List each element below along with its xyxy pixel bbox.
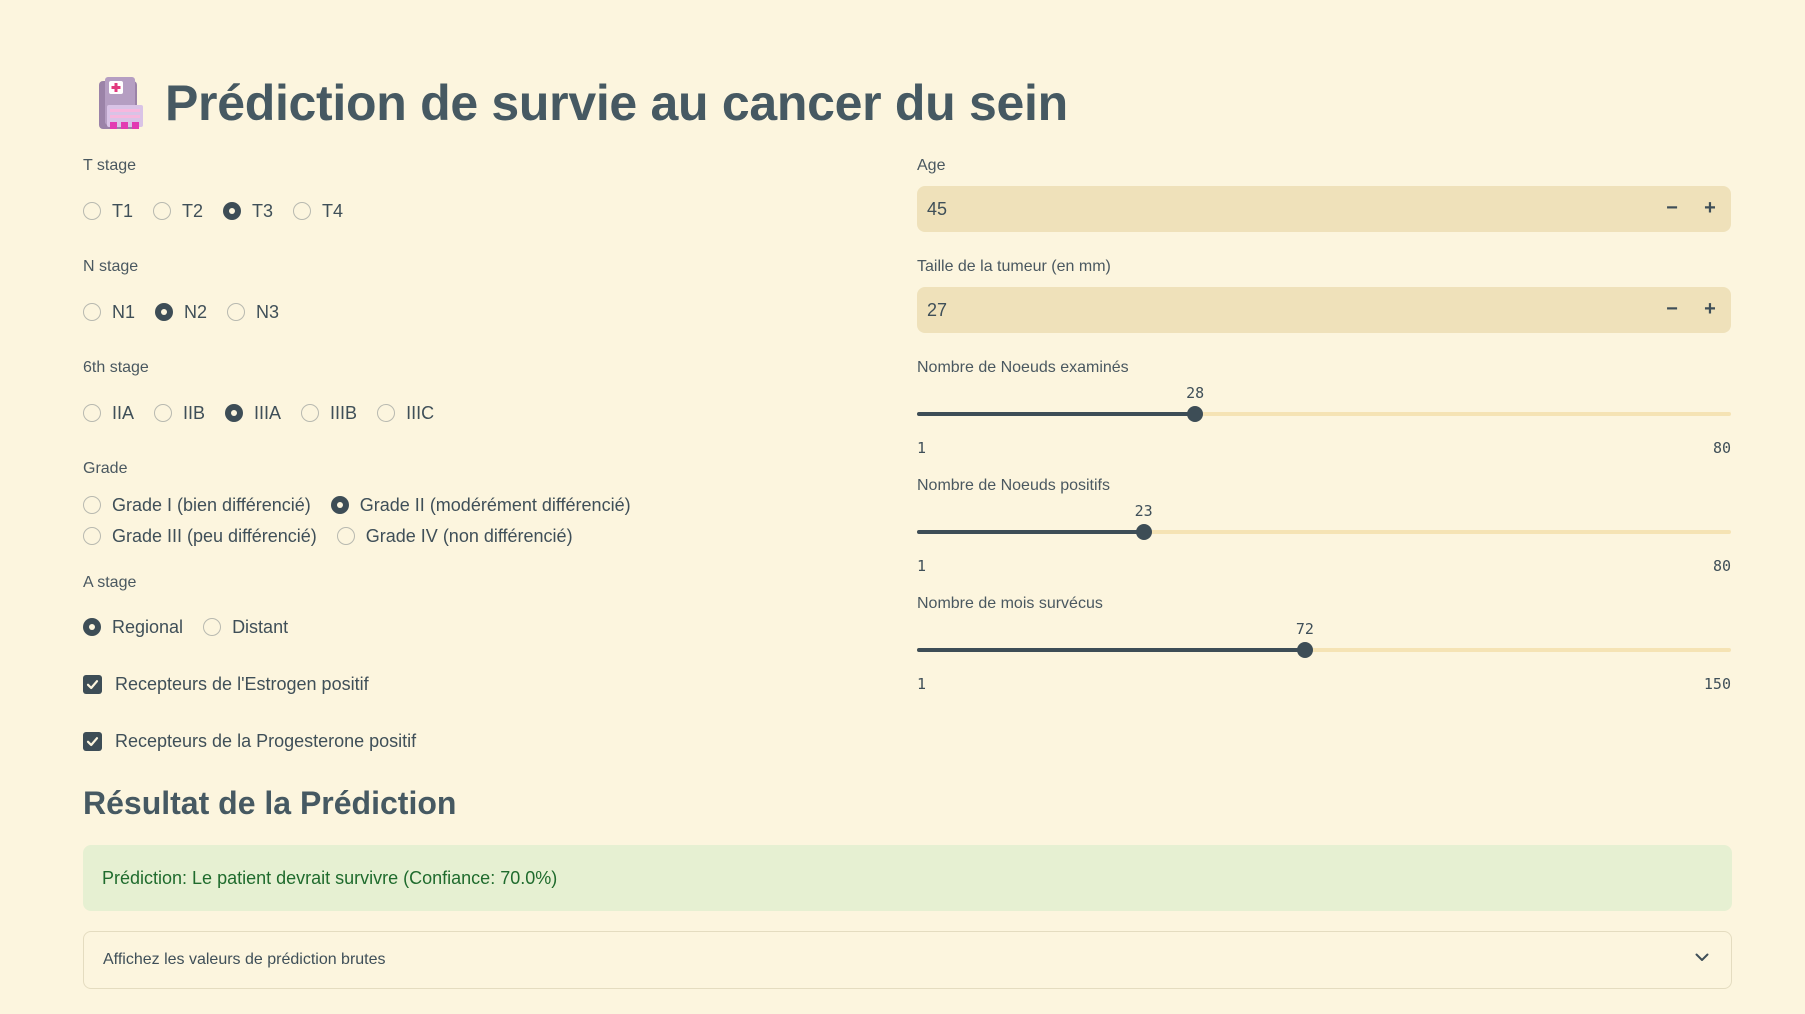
progesterone-checkbox[interactable]: Recepteurs de la Progesterone positif — [83, 731, 416, 752]
page-title: Prédiction de survie au cancer du sein — [165, 75, 1068, 131]
t-stage-option-t2[interactable]: T2 — [153, 201, 203, 222]
a-stage-option-regional[interactable]: Regional — [83, 617, 183, 638]
nodes-positive-slider[interactable]: 23 1 80 — [917, 488, 1731, 575]
tumor-size-label: Taille de la tumeur (en mm) — [917, 258, 1111, 275]
a-stage-option-distant[interactable]: Distant — [203, 617, 288, 638]
progesterone-checkbox-label: Recepteurs de la Progesterone positif — [115, 731, 417, 751]
t-stage-option-t3[interactable]: T3 — [223, 201, 273, 222]
tumor-size-input[interactable]: 27 − + — [917, 287, 1731, 333]
slider-fill — [917, 648, 1305, 652]
slider-value: 23 — [1134, 502, 1153, 520]
t-stage-radio-group: T1 T2 T3 T4 — [83, 198, 363, 224]
months-survived-slider[interactable]: 72 1 150 — [917, 606, 1731, 693]
a-stage-radio-group: Regional Distant — [83, 614, 308, 640]
t-stage-label: T stage — [83, 157, 137, 174]
hospital-icon — [99, 77, 143, 129]
sixth-stage-option-iiia[interactable]: IIIA — [225, 403, 281, 424]
slider-min: 1 — [917, 557, 927, 575]
sixth-stage-option-iiib[interactable]: IIIB — [301, 403, 357, 424]
prediction-message: Prédiction: Le patient devrait survivre … — [102, 867, 558, 888]
grade-option-ii[interactable]: Grade II (modérément différencié) — [330, 495, 631, 516]
slider-min: 1 — [917, 439, 927, 457]
n-stage-option-n2[interactable]: N2 — [155, 302, 207, 323]
slider-min: 1 — [917, 675, 927, 693]
tumor-size-decrement-button[interactable]: − — [1653, 287, 1691, 333]
slider-max: 150 — [1703, 675, 1731, 693]
checkmark-icon — [83, 732, 102, 751]
sixth-stage-option-iia[interactable]: IIA — [83, 403, 134, 424]
n-stage-option-n3[interactable]: N3 — [227, 302, 279, 323]
slider-value: 72 — [1295, 620, 1314, 638]
age-increment-button[interactable]: + — [1691, 186, 1729, 232]
sixth-stage-option-iiic[interactable]: IIIC — [377, 403, 434, 424]
expander-label: Affichez les valeurs de prédiction brute… — [103, 951, 386, 968]
prediction-alert: Prédiction: Le patient devrait survivre … — [83, 845, 1732, 911]
tumor-size-increment-button[interactable]: + — [1691, 287, 1729, 333]
grade-radio-group-row-2: Grade III (peu différencié) Grade IV (no… — [83, 523, 593, 549]
grade-label: Grade — [83, 460, 128, 477]
slider-value: 28 — [1186, 384, 1205, 402]
sixth-stage-label: 6th stage — [83, 359, 149, 376]
slider-thumb[interactable] — [1187, 406, 1204, 422]
age-decrement-button[interactable]: − — [1653, 186, 1691, 232]
slider-fill — [917, 530, 1144, 534]
age-label: Age — [917, 157, 946, 174]
t-stage-option-t1[interactable]: T1 — [83, 201, 133, 222]
checkmark-icon — [83, 675, 102, 694]
n-stage-label: N stage — [83, 258, 139, 275]
a-stage-label: A stage — [83, 574, 137, 591]
n-stage-option-n1[interactable]: N1 — [83, 302, 135, 323]
grade-option-iv[interactable]: Grade IV (non différencié) — [336, 526, 573, 547]
sixth-stage-option-iib[interactable]: IIB — [154, 403, 205, 424]
slider-max: 80 — [1712, 557, 1731, 575]
grade-option-iii[interactable]: Grade III (peu différencié) — [83, 526, 317, 547]
n-stage-radio-group: N1 N2 N3 — [83, 299, 299, 325]
grade-option-i[interactable]: Grade I (bien différencié) — [83, 495, 311, 516]
sixth-stage-radio-group: IIA IIB IIIA IIIB IIIC — [83, 400, 454, 426]
age-input[interactable]: 45 − + — [917, 186, 1731, 232]
nodes-examined-slider[interactable]: 28 1 80 — [917, 370, 1731, 457]
t-stage-option-t4[interactable]: T4 — [293, 201, 343, 222]
tumor-size-value[interactable]: 27 — [927, 287, 947, 333]
estrogen-checkbox-label: Recepteurs de l'Estrogen positif — [115, 674, 369, 694]
result-heading: Résultat de la Prédiction — [83, 785, 457, 821]
slider-fill — [917, 412, 1196, 416]
chevron-down-icon — [1695, 953, 1709, 961]
slider-thumb[interactable] — [1296, 642, 1313, 658]
raw-values-expander[interactable]: Affichez les valeurs de prédiction brute… — [83, 931, 1732, 989]
slider-thumb[interactable] — [1135, 524, 1152, 540]
grade-radio-group-row-1: Grade I (bien différencié) Grade II (mod… — [83, 492, 651, 518]
age-value[interactable]: 45 — [927, 186, 947, 232]
slider-max: 80 — [1712, 439, 1731, 457]
header: Prédiction de survie au cancer du sein — [95, 68, 1068, 138]
estrogen-checkbox[interactable]: Recepteurs de l'Estrogen positif — [83, 674, 369, 695]
